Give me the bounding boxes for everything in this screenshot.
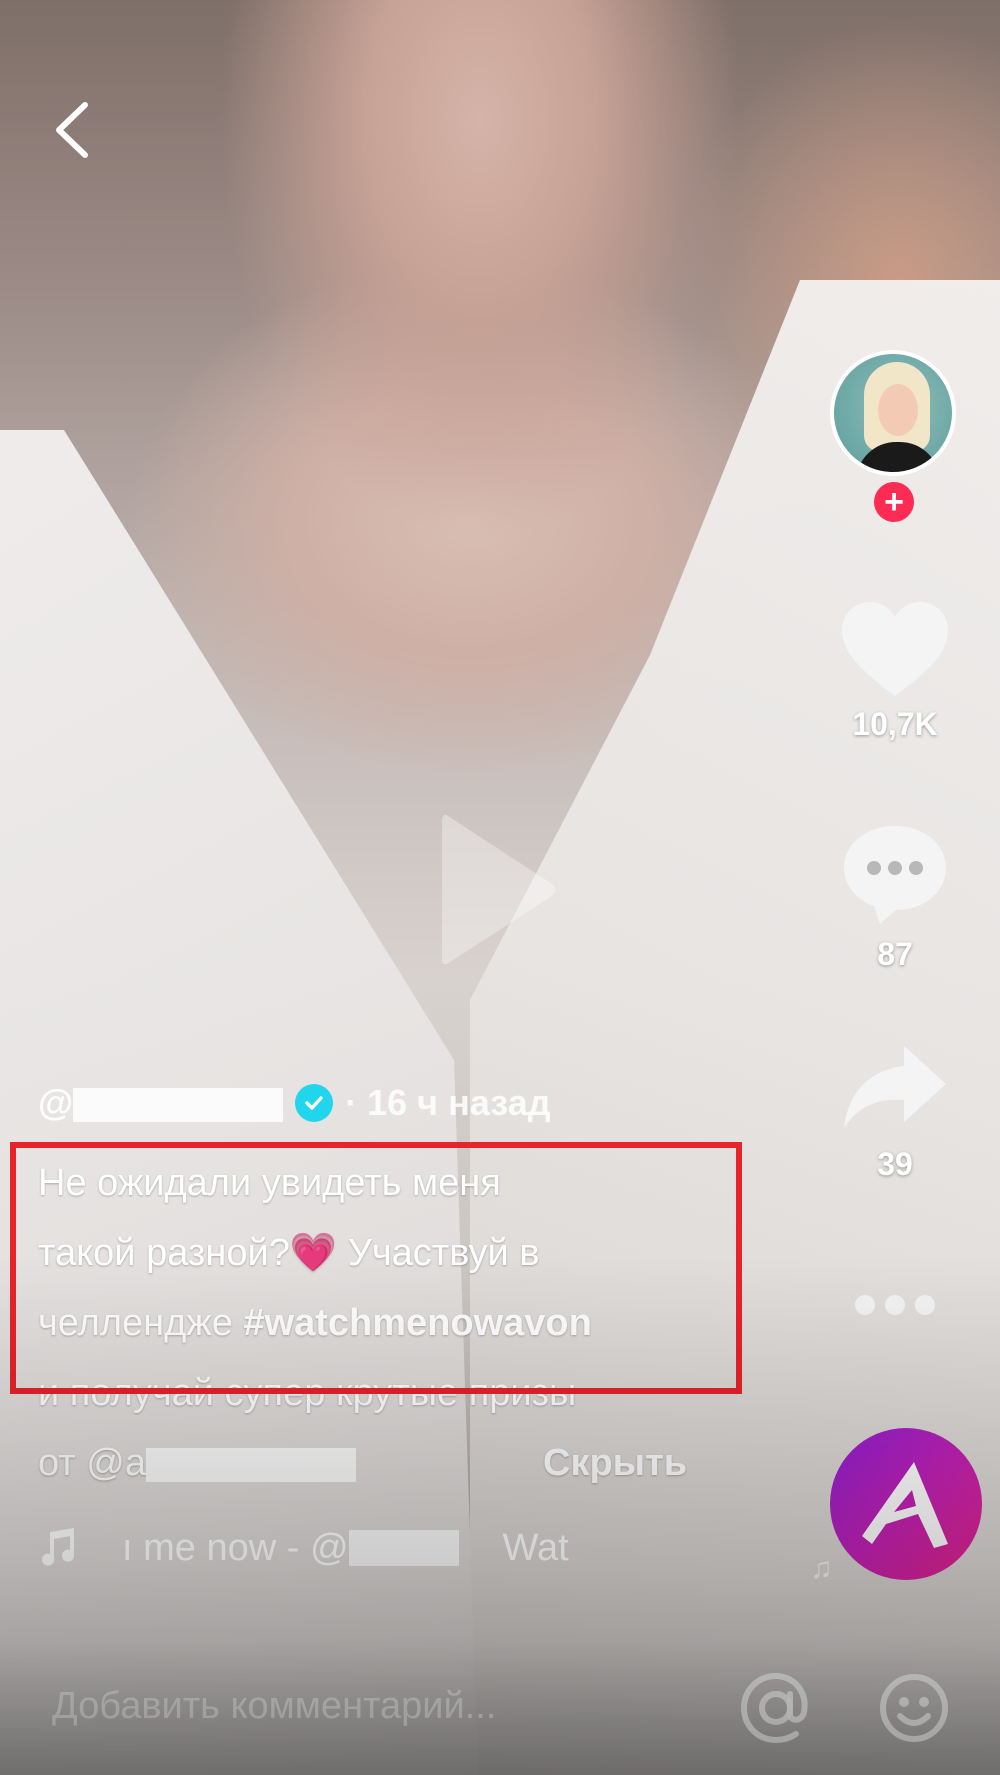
verified-icon: [295, 1084, 334, 1122]
sound-link[interactable]: ı me now - @ Wat: [38, 1518, 598, 1578]
author-handle[interactable]: @: [38, 1082, 284, 1124]
hide-caption-button[interactable]: Скрыть: [543, 1428, 687, 1498]
author-line: @ · 16 ч назад: [38, 1078, 738, 1128]
caption-line: челлендже #watchmenowavon: [38, 1302, 592, 1344]
comment-input[interactable]: Добавить комментарий...: [52, 1676, 692, 1736]
mention-link[interactable]: @a: [86, 1442, 356, 1484]
share-count: 39: [877, 1146, 913, 1182]
more-button[interactable]: [830, 1290, 960, 1320]
post-time: · 16 ч назад: [345, 1082, 551, 1123]
comment-bubble-icon: [844, 826, 946, 924]
redacted-handle: [73, 1088, 284, 1123]
caption-line: Не ожидали увидеть меня: [38, 1162, 501, 1204]
floating-notes-icon: ♫: [810, 1552, 833, 1585]
share-button[interactable]: 39: [830, 1040, 960, 1183]
hashtag-link[interactable]: #watchmenowavon: [243, 1302, 591, 1344]
comment-button[interactable]: 87: [830, 820, 960, 973]
at-sign-icon[interactable]: [740, 1672, 812, 1744]
caption-line: от @a Скрыть: [38, 1428, 738, 1498]
caption-text: Не ожидали увидеть меня такой разной?💗 У…: [38, 1148, 738, 1498]
play-icon[interactable]: [438, 810, 560, 970]
plus-icon: +: [884, 483, 904, 521]
heart-emoji-icon: 💗: [289, 1232, 338, 1274]
comment-count: 87: [877, 936, 913, 972]
author-avatar-button[interactable]: +: [830, 350, 960, 522]
chevron-left-icon: [56, 102, 88, 158]
share-arrow-icon: [844, 1046, 946, 1128]
heart-icon: [842, 602, 948, 696]
like-button[interactable]: 10,7K: [830, 600, 960, 743]
back-button[interactable]: [46, 100, 96, 160]
follow-button[interactable]: +: [874, 482, 914, 522]
video-screen[interactable]: + 10,7K 87 39 @ · 16 ч назад Не ожидали …: [0, 0, 1000, 1775]
comment-bar: Добавить комментарий...: [0, 1640, 1000, 1775]
redacted-sound-author: [348, 1530, 459, 1566]
more-dots-icon: [855, 1295, 935, 1315]
like-count: 10,7K: [852, 706, 938, 742]
avon-logo-icon: [862, 1462, 948, 1548]
music-note-icon: [42, 1528, 74, 1566]
emoji-icon[interactable]: [878, 1672, 950, 1744]
caption-area: @ · 16 ч назад Не ожидали увидеть меня т…: [38, 1078, 738, 1498]
redacted-mention: [145, 1447, 356, 1482]
caption-line: такой разной?💗 Участвуй в: [38, 1232, 540, 1274]
avatar[interactable]: [830, 350, 956, 476]
caption-line: и получай супер крутые призы: [38, 1372, 577, 1414]
sound-disc-button[interactable]: [830, 1428, 982, 1580]
